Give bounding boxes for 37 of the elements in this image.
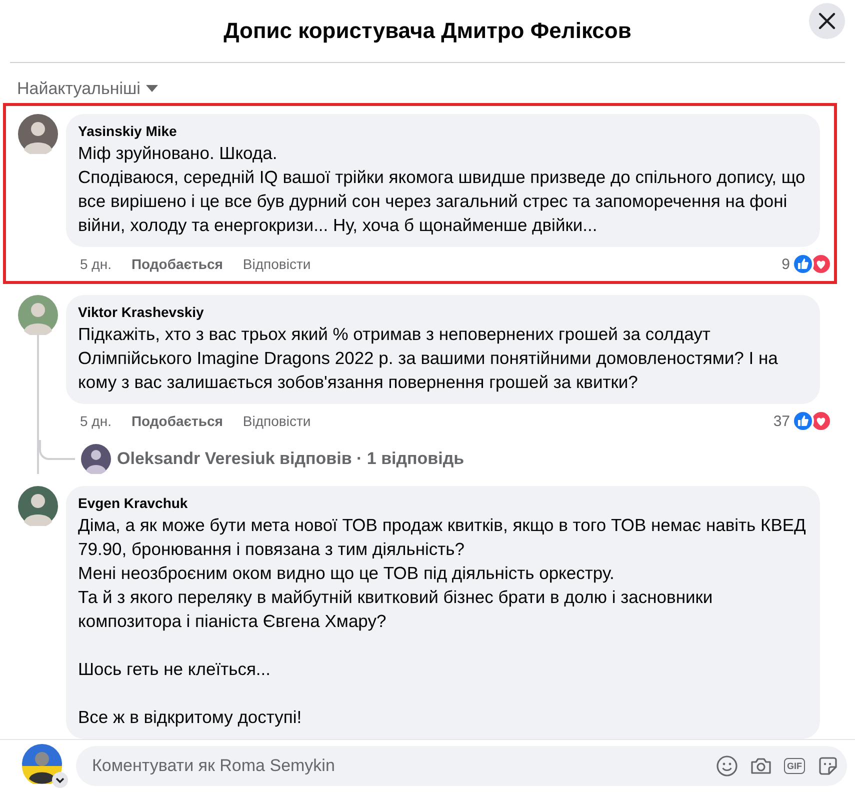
author-name[interactable]: Evgen Kravchuk xyxy=(78,495,808,511)
avatar-icon[interactable] xyxy=(81,444,111,474)
comment-text: Підкажіть, хто з вас трьох який % отримав з неповернених грошей за солдаут Олімпійського Imagine Dragons 2022 р. за вашими понятійними домовленостями? І на кому з вас залишається зобов'язання повернення грошей за квитки? xyxy=(78,323,779,394)
author-name[interactable]: Yasinskiy Mike xyxy=(78,123,808,139)
reaction-icons[interactable] xyxy=(792,253,832,275)
comment-text: Діма, а як може бути мета нової ТОВ продаж квитків, якщо в того ТОВ немає навіть КВЕД 79.90, бронювання і повязана з тим діяльність? xyxy=(78,514,807,561)
comment-text: Все ж в відкритому доступі! xyxy=(78,706,303,729)
like-link[interactable]: Подобається xyxy=(131,256,223,272)
comment-text: Та й з якого переляку в майбутній квитковий бізнес брати в долю і засновники композитора і піаніста Євгена Хмару? xyxy=(78,586,714,633)
gif-button[interactable]: GIF xyxy=(784,758,805,774)
time-link[interactable]: 5 дн. xyxy=(80,256,112,272)
avatar-icon[interactable] xyxy=(18,114,58,154)
dialog-title: Допис користувача Дмитро Феліксов xyxy=(224,18,632,44)
reaction-count: 37 xyxy=(773,412,790,430)
reaction-icons[interactable] xyxy=(792,410,832,432)
comment-text: Міф зруйновано. Шкода. xyxy=(78,142,278,165)
close-button[interactable] xyxy=(809,3,845,39)
author-name[interactable]: Viktor Krashevskiy xyxy=(78,304,808,320)
camera-icon[interactable] xyxy=(750,755,772,777)
comment-text: Шось геть не клеїться... xyxy=(78,658,272,681)
reply-link[interactable]: Відповісти xyxy=(242,413,311,429)
sort-dropdown[interactable]: Найактуальніші xyxy=(17,79,158,99)
reply-link[interactable]: Відповісти xyxy=(242,256,311,272)
replies-link[interactable]: Oleksandr Veresiuk відповів · 1 відповідь xyxy=(117,449,464,469)
sticker-icon[interactable] xyxy=(817,755,839,777)
emoji-icon[interactable] xyxy=(716,755,738,777)
caret-icon xyxy=(146,85,158,93)
reaction-count: 9 xyxy=(782,256,790,272)
avatar-icon xyxy=(22,744,62,784)
like-link[interactable]: Подобається xyxy=(131,413,223,429)
avatar-icon[interactable] xyxy=(18,486,58,526)
time-link[interactable]: 5 дн. xyxy=(80,413,112,429)
chevron-icon[interactable] xyxy=(52,772,68,788)
comment-text: Мені неозброєним оком видно що це ТОВ під діяльність оркестру. xyxy=(78,562,616,585)
close-icon xyxy=(818,12,836,30)
comment-text: Сподіваюся, середній IQ вашої трійки якомога швидше призведе до спільного допису, що все вирішено і це все був дурний сон через загальний стрес та запоморечення на фоні війни, холоду та енергокризи... Ну, хоча б щонайменше двійки... xyxy=(78,166,806,237)
comment-field[interactable]: Коментувати як Roma Semykin GIF xyxy=(76,746,847,786)
